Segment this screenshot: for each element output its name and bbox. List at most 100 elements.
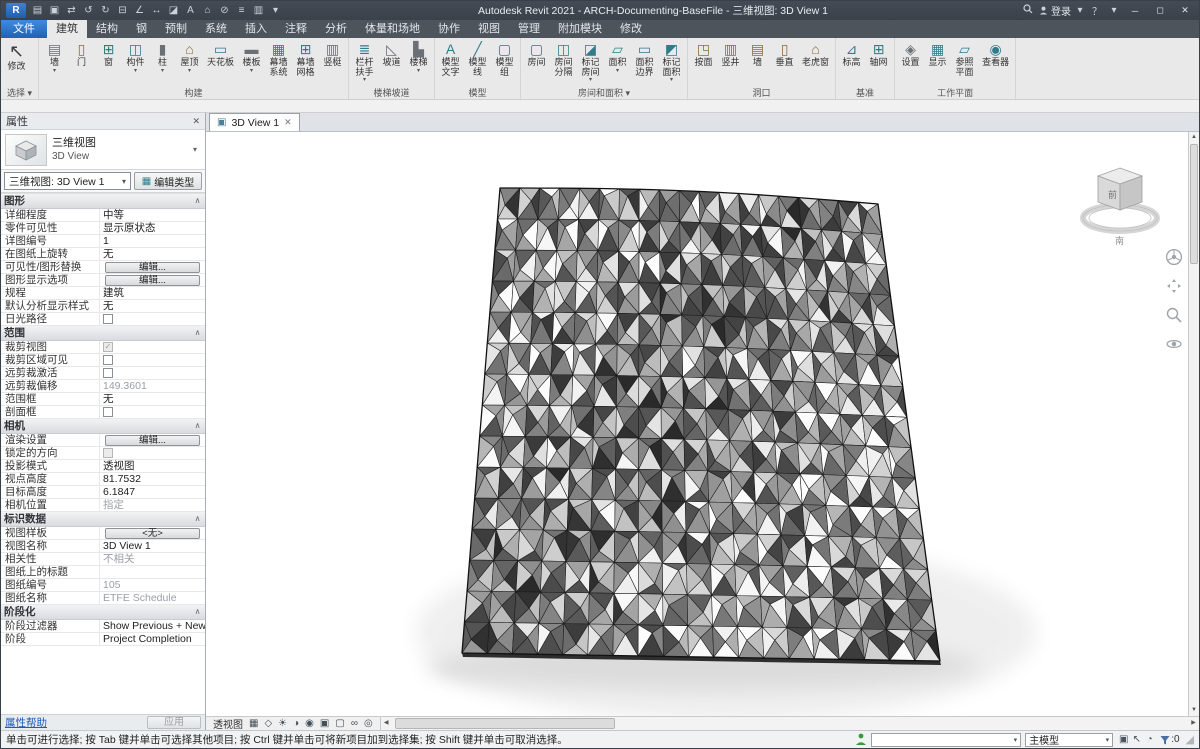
open-icon[interactable]: ▤ (29, 5, 46, 16)
property-value[interactable]: 编辑... (100, 261, 205, 273)
ribbon-tab-文件[interactable]: 文件 (1, 20, 47, 38)
property-group-graphics[interactable]: 图形 ∧ (1, 194, 205, 209)
property-value[interactable]: 中等 (100, 209, 205, 221)
edit-button[interactable]: 编辑... (105, 262, 200, 273)
ribbon-button-dormer[interactable]: ⌂ 老虎窗 (798, 39, 833, 87)
ribbon-button-by-face[interactable]: ◳ 按面 (690, 39, 717, 87)
ribbon-button-set-work-plane[interactable]: ◈ 设置 (897, 39, 924, 87)
tag-icon[interactable]: ◪ (165, 5, 182, 16)
property-value[interactable] (100, 354, 205, 366)
scroll-left-icon[interactable]: ◀ (381, 717, 392, 730)
ribbon-button-model-line[interactable]: ╱ 模型 线 (464, 39, 491, 87)
view-selector-combo[interactable]: 三维视图: 3D View 1 ▾ (4, 172, 131, 190)
property-value[interactable]: 编辑... (100, 434, 205, 446)
pan-icon[interactable] (1165, 277, 1183, 295)
ribbon-tab-结构[interactable]: 结构 (87, 20, 127, 38)
property-value[interactable]: 无 (100, 300, 205, 312)
ribbon-button-mullion[interactable]: ▥ 竖梃 (319, 39, 346, 87)
worksets-combo[interactable]: ▾ (871, 732, 1022, 747)
background-processes-icon[interactable]: ◔ (1143, 734, 1156, 745)
ribbon-button-model-text[interactable]: A 模型 文字 (437, 39, 464, 87)
thin-lines-icon[interactable]: ≡ (233, 5, 250, 16)
detail-level-icon[interactable]: ▦ (249, 717, 258, 730)
reveal-hidden-icon[interactable]: ◎ (364, 717, 373, 730)
sun-path-icon[interactable]: ☀ (278, 717, 287, 730)
property-value[interactable]: Project Completion (100, 633, 205, 645)
ribbon-button-wall-opening[interactable]: ▤ 墙 (744, 39, 771, 87)
property-value[interactable]: 105 (100, 579, 205, 591)
ribbon-button-curtain-system[interactable]: ▦ 幕墙 系统 (265, 39, 292, 87)
ribbon-button-component[interactable]: ◫ 构件 ▾ (122, 39, 149, 87)
ribbon-tab-体量和场地[interactable]: 体量和场地 (356, 20, 429, 38)
3d-view-icon[interactable]: ⌂ (199, 5, 216, 16)
checkbox[interactable] (103, 448, 113, 458)
revit-logo[interactable]: R (6, 3, 26, 18)
visual-style-icon[interactable]: ◇ (264, 717, 272, 730)
ribbon-tab-分析[interactable]: 分析 (316, 20, 356, 38)
property-value[interactable]: ✓ (100, 341, 205, 353)
print-icon[interactable]: ⊟ (114, 5, 131, 16)
property-group-phasing[interactable]: 阶段化 ∧ (1, 605, 205, 620)
editable-only-icon[interactable]: ▣ (1117, 734, 1130, 745)
edit-button[interactable]: 编辑... (105, 275, 200, 286)
resize-grip[interactable]: ◢ (1184, 733, 1194, 746)
property-value[interactable]: Show Previous + New (100, 620, 205, 632)
help-button[interactable]: ？ (1091, 3, 1103, 18)
text-icon[interactable]: A (182, 5, 199, 16)
scroll-down-icon[interactable]: ▼ (1189, 705, 1199, 716)
measure-icon[interactable]: ∠ (131, 5, 148, 16)
ribbon-tab-协作[interactable]: 协作 (429, 20, 469, 38)
property-value[interactable]: 149.3601 (100, 380, 205, 392)
show-crop-icon[interactable]: ▢ (335, 717, 344, 730)
viewcube-front-label[interactable]: 前 (1108, 189, 1117, 200)
property-group-identity-data[interactable]: 标识数据 ∧ (1, 512, 205, 527)
ribbon-button-vertical-opening[interactable]: ▯ 垂直 (771, 39, 798, 87)
property-group-extents[interactable]: 范围 ∧ (1, 326, 205, 341)
checkbox[interactable] (103, 368, 113, 378)
property-value[interactable]: 显示原状态 (100, 222, 205, 234)
design-options-combo[interactable]: 主模型 ▾ (1025, 732, 1114, 747)
ribbon-tab-钢[interactable]: 钢 (127, 20, 156, 38)
ribbon-tab-附加模块[interactable]: 附加模块 (549, 20, 611, 38)
property-value[interactable] (100, 447, 205, 459)
properties-header[interactable]: 属性 ✕ (1, 113, 205, 130)
ribbon-button-room-separator[interactable]: ◫ 房间 分隔 (550, 39, 577, 87)
edit-button[interactable]: 编辑... (105, 435, 200, 446)
ribbon-button-ramp[interactable]: ◺ 坡道 (378, 39, 405, 87)
ribbon-button-tag-room[interactable]: ◪ 标记 房间 ▾ (577, 39, 604, 87)
type-selector-preview[interactable]: 三维视图 3D View ▾ (1, 130, 205, 170)
ribbon-panel-label-opening[interactable]: 洞口 (690, 87, 833, 99)
ribbon-button-roof[interactable]: ⌂ 屋顶 ▾ (176, 39, 203, 87)
property-value[interactable]: 指定 (100, 499, 205, 511)
horizontal-scrollbar[interactable]: ◀ ▶ (379, 717, 1199, 730)
view-scale-button[interactable]: 透视图 (213, 716, 243, 731)
property-group-camera[interactable]: 相机 ∧ (1, 419, 205, 434)
close-button[interactable]: ✕ (1175, 5, 1195, 16)
render-icon[interactable]: ◉ (305, 717, 314, 730)
ribbon-button-viewer[interactable]: ◉ 查看器 (978, 39, 1013, 87)
checkbox[interactable] (103, 314, 113, 324)
property-value[interactable]: 不相关 (100, 553, 205, 565)
property-value[interactable] (100, 406, 205, 418)
3d-model-canvas[interactable] (206, 132, 1188, 716)
ribbon-button-ceiling[interactable]: ▭ 天花板 (203, 39, 238, 87)
property-value[interactable]: 无 (100, 393, 205, 405)
view-tab-close-icon[interactable]: ✕ (284, 117, 292, 128)
qat-customize-icon[interactable]: ▾ (267, 5, 284, 16)
model-viewport[interactable]: 前 南 (206, 132, 1188, 716)
property-value[interactable]: ETFE Schedule (100, 592, 205, 604)
save-icon[interactable]: ▣ (46, 5, 63, 16)
checkbox[interactable] (103, 355, 113, 365)
ribbon-button-level[interactable]: ⊿ 标高 (838, 39, 865, 87)
undo-icon[interactable]: ↺ (80, 5, 97, 16)
property-value[interactable]: 1 (100, 235, 205, 247)
ribbon-tab-插入[interactable]: 插入 (236, 20, 276, 38)
property-value[interactable]: 透视图 (100, 460, 205, 472)
ribbon-button-ref-plane[interactable]: ▱ 参照 平面 (951, 39, 978, 87)
ribbon-panel-label-select[interactable]: 选择 ▾ (3, 87, 36, 99)
property-value[interactable]: 81.7532 (100, 473, 205, 485)
edit-type-button[interactable]: ▦ 编辑类型 (134, 172, 202, 190)
search-icon[interactable] (1022, 4, 1034, 17)
ribbon-tab-修改[interactable]: 修改 (611, 20, 651, 38)
property-value[interactable]: 建筑 (100, 287, 205, 299)
